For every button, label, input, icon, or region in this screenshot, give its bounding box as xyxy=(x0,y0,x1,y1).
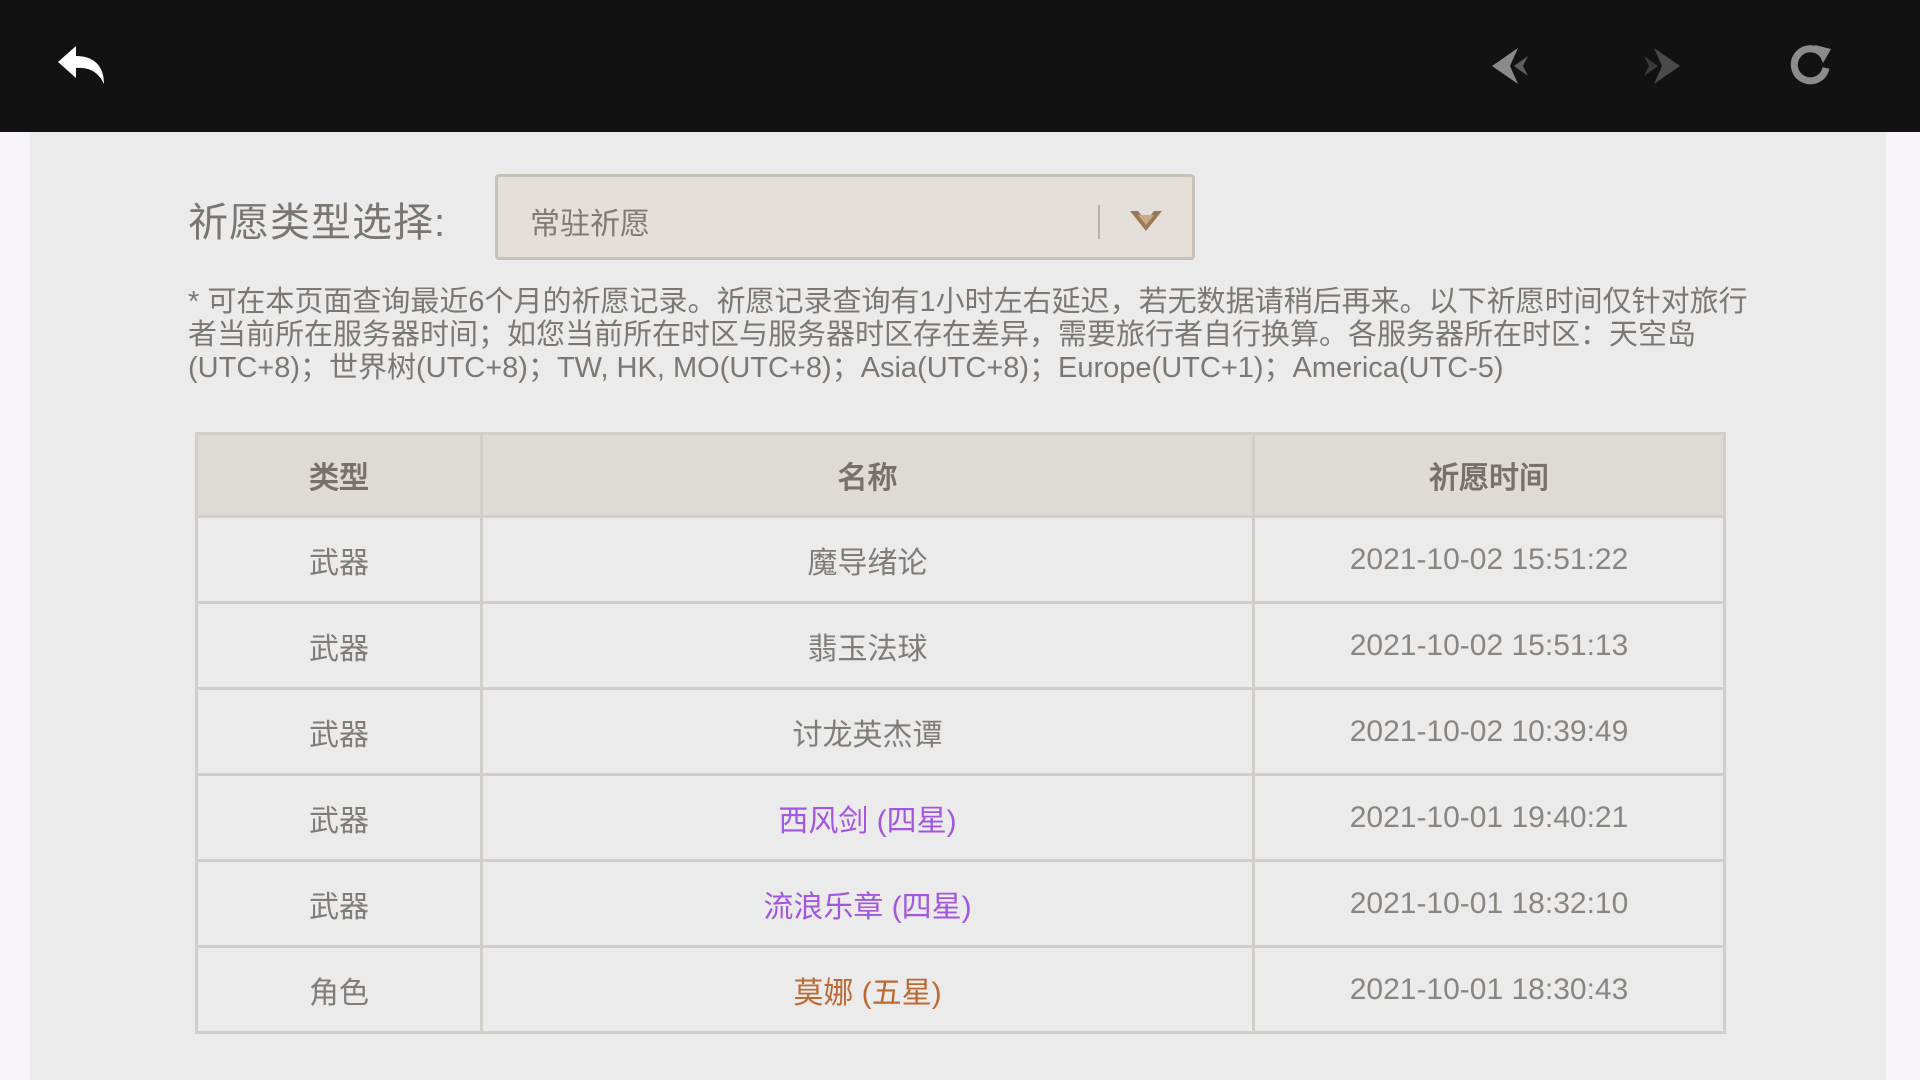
table-row: 武器 翡玉法球 2021-10-02 15:51:13 xyxy=(195,601,1726,690)
cell-type: 武器 xyxy=(195,773,483,862)
cell-time: 2021-10-02 15:51:13 xyxy=(1252,601,1726,690)
cell-time: 2021-10-01 18:32:10 xyxy=(1252,859,1726,948)
header-time: 祈愿时间 xyxy=(1252,432,1726,518)
table-row: 武器 讨龙英杰谭 2021-10-02 10:39:49 xyxy=(195,687,1726,776)
cell-type: 武器 xyxy=(195,859,483,948)
refresh-icon xyxy=(1790,45,1831,85)
nav-next-icon xyxy=(1644,48,1680,84)
table-row: 角色 莫娜 (五星) 2021-10-01 18:30:43 xyxy=(195,945,1726,1034)
cell-type: 武器 xyxy=(195,601,483,690)
select-divider xyxy=(1098,205,1100,239)
wish-type-select[interactable]: 常驻祈愿 xyxy=(495,174,1195,260)
cell-time: 2021-10-01 18:30:43 xyxy=(1252,945,1726,1034)
cell-type: 角色 xyxy=(195,945,483,1034)
table-row: 武器 西风剑 (四星) 2021-10-01 19:40:21 xyxy=(195,773,1726,862)
wish-history-table: 类型 名称 祈愿时间 武器 魔导绪论 2021-10-02 15:51:22 武… xyxy=(195,432,1726,1034)
back-arrow-icon xyxy=(58,46,104,84)
cell-name-five-star: 莫娜 (五星) xyxy=(480,945,1255,1034)
cell-name-four-star: 流浪乐章 (四星) xyxy=(480,859,1255,948)
nav-previous-button[interactable] xyxy=(1452,0,1572,132)
top-bar xyxy=(0,0,1920,132)
cell-name: 翡玉法球 xyxy=(480,601,1255,690)
cell-type: 武器 xyxy=(195,687,483,776)
cell-name: 魔导绪论 xyxy=(480,515,1255,604)
cell-type: 武器 xyxy=(195,515,483,604)
notice-text: * 可在本页面查询最近6个月的祈愿记录。祈愿记录查询有1小时左右延迟，若无数据请… xyxy=(188,286,1748,384)
nav-previous-icon xyxy=(1492,48,1528,84)
refresh-button[interactable] xyxy=(1750,0,1870,132)
header-type: 类型 xyxy=(195,432,483,518)
table-header-row: 类型 名称 祈愿时间 xyxy=(195,432,1726,518)
wish-history-panel: 祈愿类型选择: 常驻祈愿 * 可在本页面查询最近6个月的祈愿记录。祈愿记录查询有… xyxy=(30,132,1886,1080)
cell-name-four-star: 西风剑 (四星) xyxy=(480,773,1255,862)
cell-time: 2021-10-01 19:40:21 xyxy=(1252,773,1726,862)
cell-time: 2021-10-02 15:51:22 xyxy=(1252,515,1726,604)
chevron-down-icon xyxy=(1130,211,1162,231)
header-name: 名称 xyxy=(480,432,1255,518)
wish-type-selected-value: 常驻祈愿 xyxy=(530,208,650,241)
cell-name: 讨龙英杰谭 xyxy=(480,687,1255,776)
table-row: 武器 魔导绪论 2021-10-02 15:51:22 xyxy=(195,515,1726,604)
cell-time: 2021-10-02 10:39:49 xyxy=(1252,687,1726,776)
back-button[interactable] xyxy=(22,0,142,132)
table-row: 武器 流浪乐章 (四星) 2021-10-01 18:32:10 xyxy=(195,859,1726,948)
wish-type-label: 祈愿类型选择: xyxy=(188,201,447,245)
nav-next-button[interactable] xyxy=(1600,0,1720,132)
